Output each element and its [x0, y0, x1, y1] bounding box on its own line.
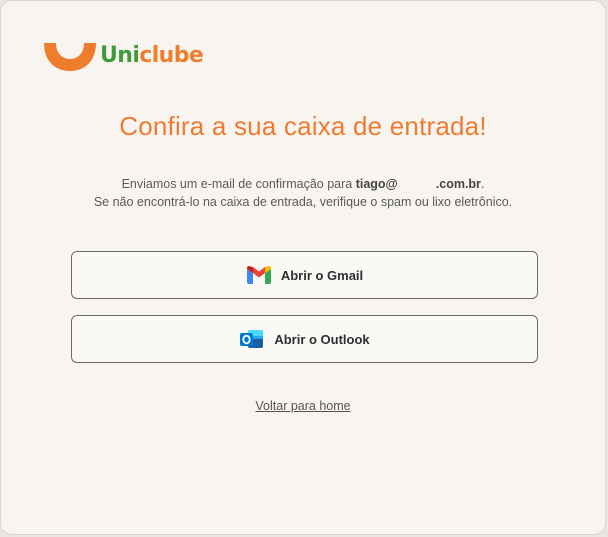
email-domain: .com.br: [435, 177, 481, 191]
gmail-icon: [246, 263, 272, 287]
back-link-container: Voltar para home: [1, 399, 605, 413]
uniclube-logo[interactable]: Uniclube: [42, 39, 204, 73]
open-gmail-label: Abrir o Gmail: [280, 267, 364, 283]
confirmation-message: Enviamos um e-mail de confirmação para t…: [21, 175, 585, 211]
page-title: Confira a sua caixa de entrada!: [119, 111, 487, 141]
message-line-1: Enviamos um e-mail de confirmação para t…: [21, 175, 585, 193]
message-prefix: Enviamos um e-mail de confirmação para: [121, 177, 356, 191]
message-line-2: Se não encontrá-lo na caixa de entrada, …: [93, 195, 513, 209]
open-outlook-label: Abrir o Outlook: [274, 331, 370, 347]
email-user: tiago@: [355, 177, 398, 191]
open-outlook-button[interactable]: Abrir o Outlook: [71, 315, 538, 363]
back-to-home-link[interactable]: Voltar para home: [255, 399, 350, 413]
open-gmail-button[interactable]: Abrir o Gmail: [71, 251, 538, 299]
message-suffix: .: [480, 177, 485, 191]
confirmation-card: Uniclube Confira a sua caixa de entrada!…: [0, 0, 606, 535]
logo-smile-icon: [44, 43, 96, 71]
logo-wordmark: Uniclube: [100, 43, 204, 68]
outlook-icon: [239, 327, 265, 351]
